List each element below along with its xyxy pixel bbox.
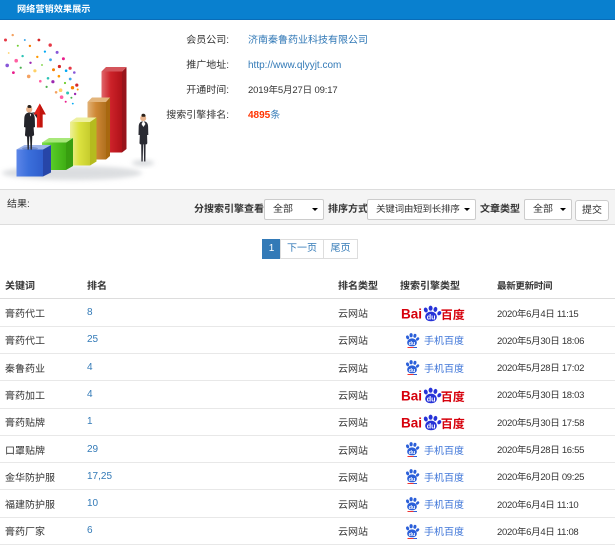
svg-text:du: du bbox=[409, 341, 416, 347]
svg-text:Bai: Bai bbox=[401, 416, 422, 431]
svg-text:du: du bbox=[427, 394, 436, 403]
svg-text:Bai: Bai bbox=[401, 307, 422, 322]
svg-text:du: du bbox=[409, 450, 416, 456]
svg-text:du: du bbox=[427, 422, 436, 431]
svg-text:百度: 百度 bbox=[441, 306, 465, 323]
svg-text:du: du bbox=[409, 477, 416, 483]
svg-text:百度: 百度 bbox=[441, 388, 465, 405]
svg-text:du: du bbox=[409, 532, 416, 538]
svg-text:百度: 百度 bbox=[441, 415, 465, 432]
svg-text:du: du bbox=[409, 504, 416, 510]
svg-text:du: du bbox=[409, 368, 416, 374]
svg-text:du: du bbox=[427, 312, 436, 321]
svg-text:Bai: Bai bbox=[401, 388, 422, 403]
